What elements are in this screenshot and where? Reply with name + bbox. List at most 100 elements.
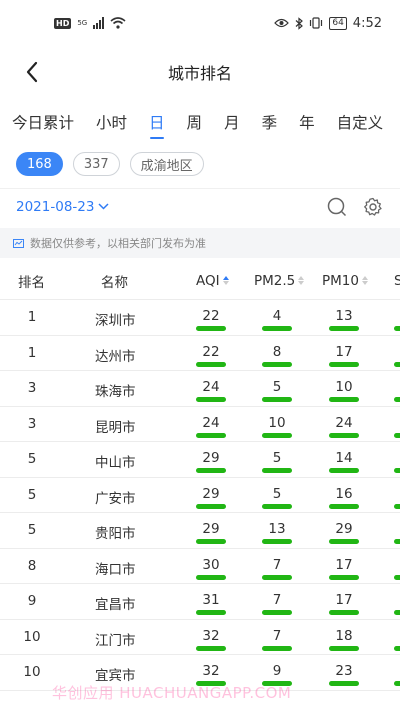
rank-cell: 10 [23, 628, 41, 645]
table-row[interactable]: 5 广安市 29 5 16 [0, 478, 400, 513]
pm10-cell-value: 29 [335, 521, 353, 537]
column-aqi[interactable]: AQI [196, 273, 229, 289]
table-row[interactable]: 10 宜宾市 32 9 23 [0, 655, 400, 691]
rank-cell: 5 [27, 486, 37, 503]
level-indicator-bar [262, 681, 292, 686]
aqi-cell-value: 31 [202, 592, 220, 608]
settings-button[interactable] [362, 196, 384, 218]
date-tools [326, 196, 384, 218]
aqi-cell: 22 [191, 343, 231, 367]
tab-today-cumulative[interactable]: 今日累计 [12, 111, 74, 137]
eye-icon [274, 18, 290, 28]
level-indicator-bar [196, 645, 226, 651]
pm25-cell: 5 [257, 485, 297, 509]
pm10-cell: 24 [324, 414, 364, 438]
sort-icon [298, 276, 305, 285]
aqi-cell-value: 29 [202, 450, 220, 466]
level-indicator-bar [329, 397, 359, 402]
pm10-cell: 16 [324, 485, 364, 509]
level-indicator-bar [262, 468, 292, 473]
bluetooth-icon [295, 16, 304, 30]
tab-week[interactable]: 周 [187, 111, 203, 137]
level-indicator-bar [196, 610, 226, 615]
date-picker[interactable]: 2021-08-23 [16, 199, 109, 215]
pm10-cell-value: 16 [335, 485, 353, 502]
level-indicator-bar [196, 574, 226, 580]
aqi-cell-value: 32 [202, 627, 220, 644]
pm25-cell-value: 7 [272, 592, 282, 608]
sort-icon [361, 276, 368, 285]
pm25-cell: 7 [257, 591, 297, 615]
table-row[interactable]: 3 珠海市 24 5 10 [0, 371, 400, 407]
table-row[interactable]: 1 达州市 22 8 17 [0, 336, 400, 371]
city-name-cell: 珠海市 [95, 384, 136, 400]
city-name-cell: 江门市 [95, 632, 136, 649]
table-row[interactable]: 5 中山市 29 5 14 [0, 442, 400, 478]
tab-season[interactable]: 季 [262, 111, 278, 137]
aqi-cell-value: 24 [202, 414, 220, 431]
status-bar: HD 5G 64 4:52 [0, 0, 400, 46]
back-button[interactable] [18, 58, 46, 86]
tab-day[interactable]: 日 [149, 111, 165, 137]
data-notice: 数据仅供参考，以相关部门发布为准 [0, 228, 400, 258]
level-indicator-bar [262, 503, 292, 509]
level-indicator-bar [196, 681, 226, 686]
pm25-cell-value: 5 [272, 485, 282, 502]
pm10-cell-value: 18 [335, 627, 353, 644]
column-pm10-label: PM10 [322, 272, 359, 289]
table-row[interactable]: 1 深圳市 22 4 13 [0, 300, 400, 336]
pm10-cell-value: 17 [335, 556, 353, 573]
city-name-cell: 广安市 [95, 490, 136, 507]
city-name-cell: 宜昌市 [95, 597, 136, 613]
tab-year[interactable]: 年 [299, 111, 315, 137]
aqi-cell-value: 22 [202, 343, 220, 360]
table-row[interactable]: 5 贵阳市 29 13 29 [0, 513, 400, 549]
level-indicator-bar [329, 574, 359, 580]
search-icon [327, 197, 347, 216]
pm25-cell-value: 5 [272, 379, 282, 395]
chip-168[interactable]: 168 [16, 152, 63, 176]
next-column-indicator [394, 326, 400, 331]
next-column-indicator [394, 539, 400, 544]
level-indicator-bar [262, 610, 292, 615]
tab-hour[interactable]: 小时 [96, 111, 127, 137]
period-tabs: 今日累计 小时 日 周 月 季 年 自定义 [0, 106, 400, 142]
table-row[interactable]: 3 昆明市 24 10 24 [0, 407, 400, 442]
tab-month[interactable]: 月 [224, 111, 240, 137]
chart-icon [13, 238, 24, 248]
gear-icon [364, 197, 382, 216]
pm10-cell: 29 [324, 520, 364, 544]
pm10-cell-value: 14 [335, 450, 353, 466]
chevron-left-icon [26, 61, 38, 83]
chevron-down-icon [98, 203, 109, 210]
next-column-indicator [394, 503, 400, 509]
column-name: 名称 [101, 271, 128, 291]
column-pm10[interactable]: PM10 [322, 273, 368, 289]
table-row[interactable]: 10 江门市 32 7 18 [0, 620, 400, 655]
aqi-cell: 29 [191, 449, 231, 473]
table-row[interactable]: 8 海口市 30 7 17 [0, 549, 400, 584]
chip-chengyu-region[interactable]: 成渝地区 [129, 152, 204, 176]
rank-cell: 10 [23, 664, 41, 680]
pm25-cell: 13 [257, 520, 297, 544]
tab-custom[interactable]: 自定义 [337, 111, 384, 137]
level-indicator-bar [262, 326, 292, 331]
column-so2[interactable]: S [394, 273, 400, 289]
city-name-cell: 昆明市 [95, 419, 136, 436]
pm25-cell-value: 7 [272, 556, 282, 573]
next-column-indicator [394, 610, 400, 615]
next-column-indicator [394, 361, 400, 367]
status-right: 64 4:52 [274, 16, 382, 31]
chip-337[interactable]: 337 [72, 152, 120, 176]
clock: 4:52 [352, 15, 382, 31]
rank-cell: 5 [27, 522, 37, 538]
next-column-indicator [394, 645, 400, 651]
column-pm25[interactable]: PM2.5 [254, 273, 305, 289]
pm10-cell-value: 24 [335, 414, 353, 431]
aqi-cell-value: 22 [202, 308, 220, 324]
search-button[interactable] [326, 196, 348, 218]
level-indicator-bar [329, 610, 359, 615]
table-row[interactable]: 9 宜昌市 31 7 17 [0, 584, 400, 620]
level-indicator-bar [329, 645, 359, 651]
pm25-cell: 10 [257, 414, 297, 438]
